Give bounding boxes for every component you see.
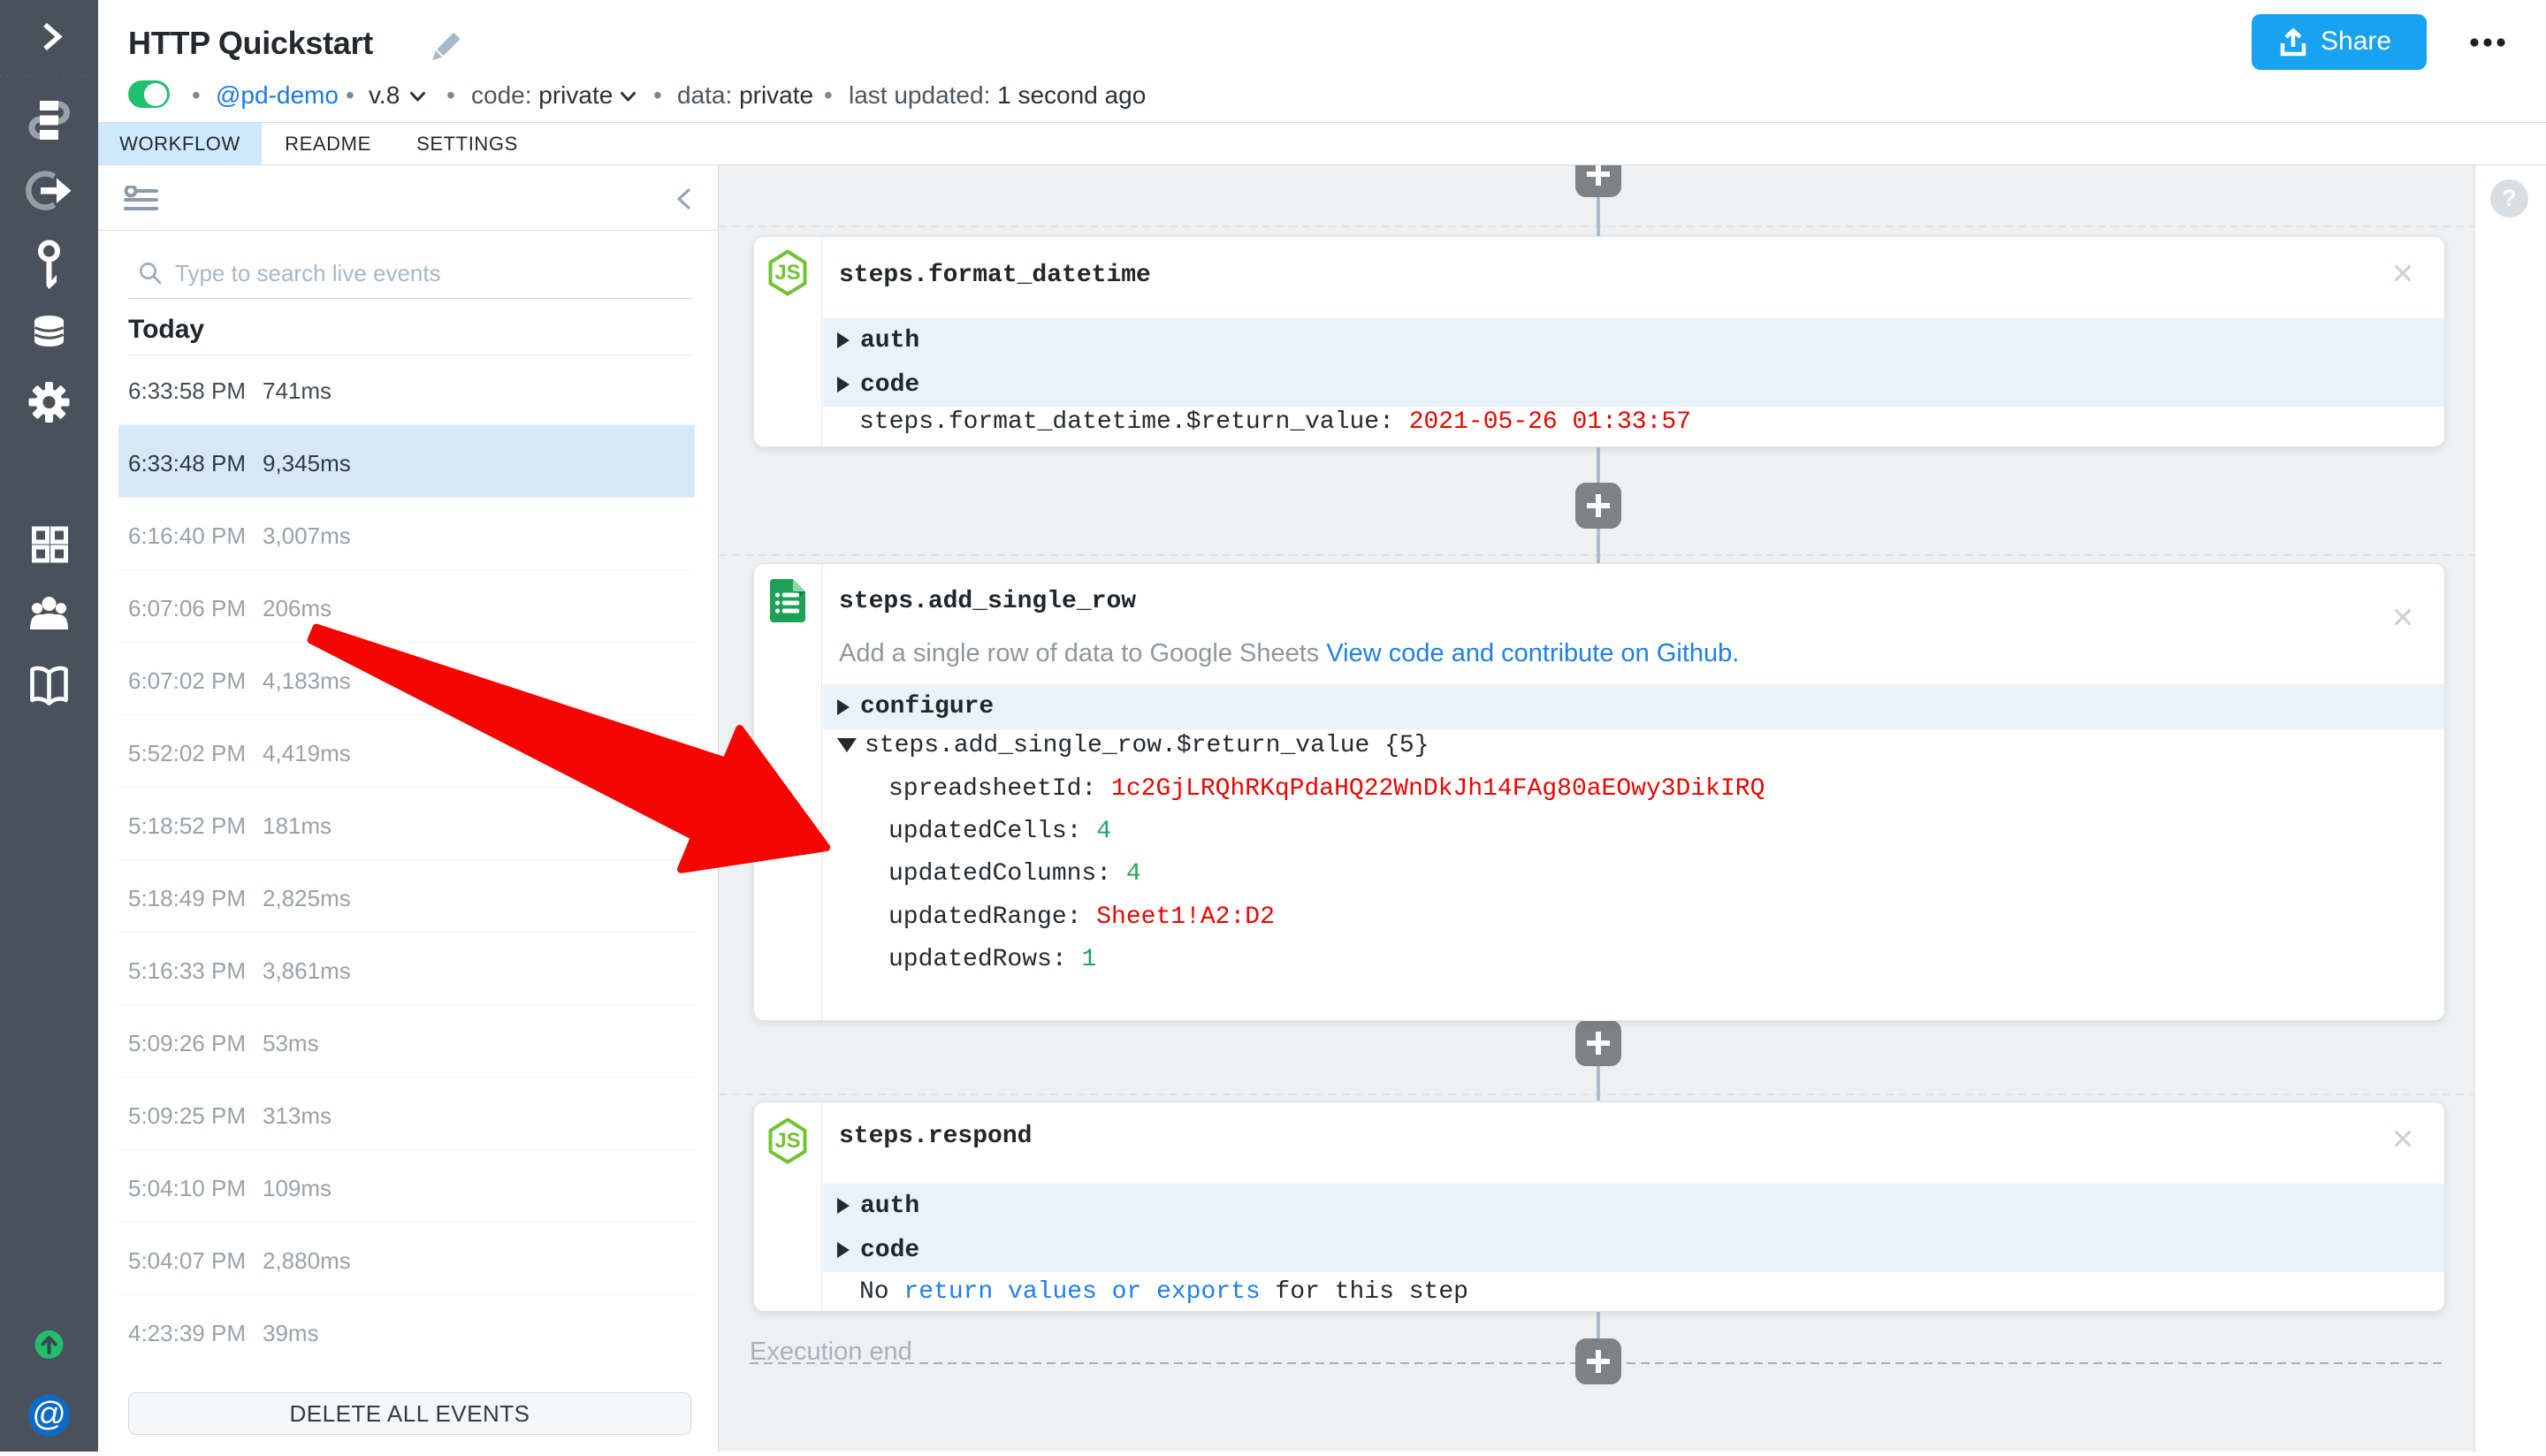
svg-text:JS: JS xyxy=(774,1129,800,1153)
svg-text:JS: JS xyxy=(774,261,800,285)
svg-text:@: @ xyxy=(32,1396,66,1433)
